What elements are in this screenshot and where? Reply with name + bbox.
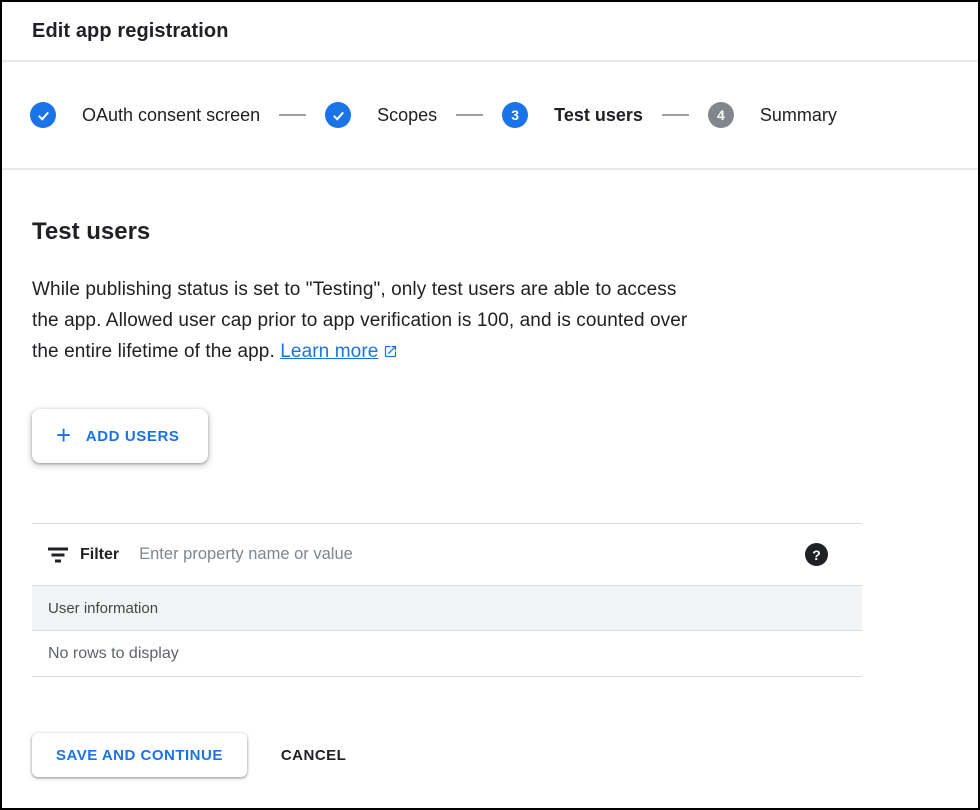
add-users-button[interactable]: + ADD USERS xyxy=(32,409,208,463)
cancel-button[interactable]: CANCEL xyxy=(281,747,347,764)
external-link-icon xyxy=(383,344,398,359)
save-and-continue-button[interactable]: SAVE AND CONTINUE xyxy=(32,733,247,777)
step-separator xyxy=(662,114,689,116)
stepper-step-test-users[interactable]: 3 Test users xyxy=(502,102,643,128)
section-title: Test users xyxy=(32,218,948,246)
step-separator xyxy=(279,114,306,116)
learn-more-link[interactable]: Learn more xyxy=(280,336,398,367)
wizard-stepper: OAuth consent screen Scopes 3 Test users… xyxy=(2,62,978,170)
step-number-badge: 3 xyxy=(502,102,528,128)
test-users-table: Filter ? User information No rows to dis… xyxy=(32,523,862,677)
step-label: Summary xyxy=(760,105,837,126)
step-number-badge: 4 xyxy=(708,102,734,128)
step-label: Test users xyxy=(554,105,643,126)
step-label: Scopes xyxy=(377,105,437,126)
step-complete-check-icon xyxy=(325,102,351,128)
stepper-step-scopes[interactable]: Scopes xyxy=(325,102,437,128)
filter-label: Filter xyxy=(80,546,119,564)
filter-icon xyxy=(48,547,68,563)
empty-message: No rows to display xyxy=(48,645,179,663)
page-header-title: Edit app registration xyxy=(32,20,229,43)
step-complete-check-icon xyxy=(30,102,56,128)
footer-actions: SAVE AND CONTINUE CANCEL xyxy=(2,733,978,777)
step-label: OAuth consent screen xyxy=(82,105,260,126)
page-header: Edit app registration xyxy=(2,2,978,62)
filter-bar: Filter ? xyxy=(32,523,862,585)
filter-input[interactable] xyxy=(139,545,793,564)
plus-icon: + xyxy=(56,422,72,448)
stepper-step-summary[interactable]: 4 Summary xyxy=(708,102,837,128)
description-line: the entire lifetime of the app. Learn mo… xyxy=(32,336,948,367)
stepper-step-oauth-consent-screen[interactable]: OAuth consent screen xyxy=(30,102,260,128)
main-content: Test users While publishing status is se… xyxy=(2,218,978,677)
description-line: While publishing status is set to "Testi… xyxy=(32,274,948,305)
column-header-user-information: User information xyxy=(48,600,158,617)
step-separator xyxy=(456,114,483,116)
table-empty-row: No rows to display xyxy=(32,631,862,677)
section-description: While publishing status is set to "Testi… xyxy=(32,274,948,367)
help-icon[interactable]: ? xyxy=(805,543,828,566)
description-line: the app. Allowed user cap prior to app v… xyxy=(32,305,948,336)
table-header-row: User information xyxy=(32,585,862,631)
